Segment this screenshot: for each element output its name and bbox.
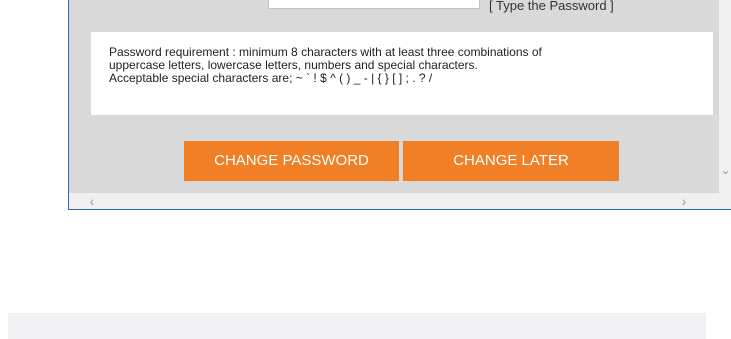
requirements-text: Password requirement : minimum 8 charact… (109, 46, 709, 85)
change-password-button[interactable]: CHANGE PASSWORD (184, 141, 399, 181)
chevron-right-icon[interactable]: › (675, 193, 693, 209)
requirement-line: Acceptable special characters are; ~ ` !… (109, 71, 433, 85)
horizontal-scrollbar[interactable]: ‹ › (69, 193, 719, 209)
scrollbar-corner (719, 193, 731, 209)
chevron-left-icon[interactable]: ‹ (83, 193, 101, 209)
password-change-window: [ Type the Password ] Password requireme… (68, 0, 731, 210)
requirements-box: Password requirement : minimum 8 charact… (91, 32, 713, 115)
chevron-down-icon[interactable]: ⌄ (719, 161, 731, 179)
password-hint: [ Type the Password ] (489, 0, 614, 13)
content-area: [ Type the Password ] Password requireme… (69, 0, 719, 193)
bottom-bar (8, 313, 706, 339)
vertical-scrollbar[interactable]: ⌄ (719, 0, 731, 193)
change-later-button[interactable]: CHANGE LATER (403, 141, 619, 181)
password-input[interactable] (268, 0, 480, 9)
